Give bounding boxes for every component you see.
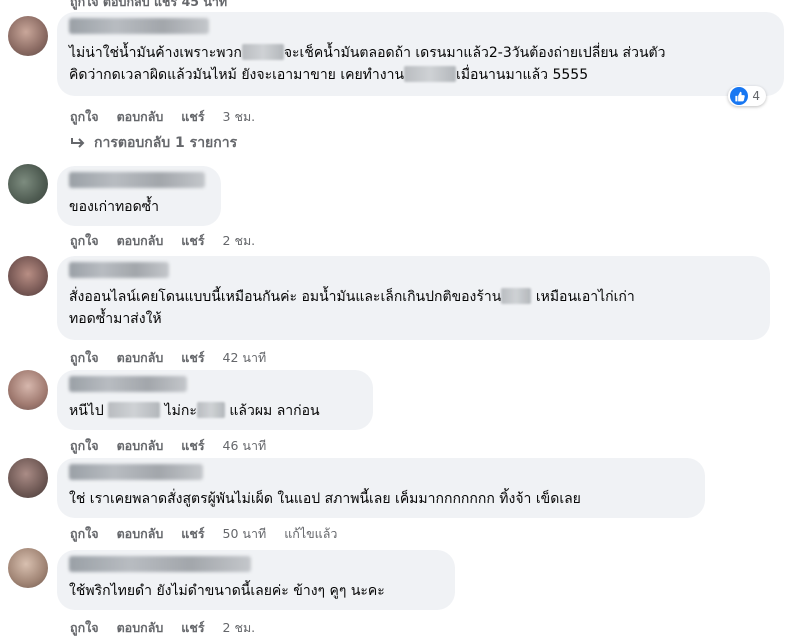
author-name-redacted[interactable] xyxy=(69,556,251,572)
author-name-redacted[interactable] xyxy=(69,376,187,392)
reaction-summary[interactable]: 4 xyxy=(728,86,766,106)
timestamp[interactable]: 2 ชม. xyxy=(223,620,256,635)
comment-bubble: ไม่น่าใช่น้ำมันค้างเพราะพวก จะเช็คน้ำมันต… xyxy=(57,12,784,96)
comment-actions: ถูกใจ ตอบกลับ แชร์ 46 นาที xyxy=(70,436,280,456)
share-link[interactable]: แชร์ xyxy=(181,233,204,248)
like-link[interactable]: ถูกใจ xyxy=(70,620,99,635)
like-link[interactable]: ถูกใจ xyxy=(70,526,99,541)
timestamp[interactable]: 2 ชม. xyxy=(223,233,256,248)
comment-bubble: ใช้พริกไทยดำ ยังไม่ดำขนาดนี้เลยค่ะ ข้างๆ… xyxy=(57,550,455,610)
view-replies-link[interactable]: การตอบกลับ 1 รายการ xyxy=(70,132,237,154)
redacted-text xyxy=(196,402,225,418)
like-link[interactable]: ถูกใจ xyxy=(70,438,99,453)
comment-actions: ถูกใจ ตอบกลับ แชร์ 2 ชม. xyxy=(70,618,269,638)
comment-bubble: สั่งออนไลน์เคยโดนแบบนี้เหมือนกันค่ะ อมน้… xyxy=(57,256,770,340)
reply-link[interactable]: ตอบกลับ xyxy=(117,526,164,541)
avatar[interactable] xyxy=(8,548,48,588)
share-link[interactable]: แชร์ xyxy=(181,526,204,541)
thumbs-up-icon xyxy=(730,87,749,105)
edited-label[interactable]: แก้ไขแล้ว xyxy=(284,526,337,541)
like-link[interactable]: ถูกใจ xyxy=(70,109,99,124)
like-link[interactable]: ถูกใจ xyxy=(70,350,99,365)
reply-link[interactable]: ตอบกลับ xyxy=(117,350,164,365)
partial-action-row: ถูกใจ ตอบกลับ แชร์ 45 นาที xyxy=(70,0,228,9)
redacted-text xyxy=(108,402,161,418)
comment-text: ใช้พริกไทยดำ ยังไม่ดำขนาดนี้เลยค่ะ ข้างๆ… xyxy=(69,583,385,599)
reply-link[interactable]: ตอบกลับ xyxy=(117,438,164,453)
share-link[interactable]: แชร์ xyxy=(181,350,204,365)
author-name-redacted[interactable] xyxy=(69,464,203,480)
timestamp[interactable]: 46 นาที xyxy=(223,438,267,453)
timestamp[interactable]: 50 นาที xyxy=(223,526,267,541)
comment-text: หนีไป ไม่กะ แล้วผม ลาก่อน xyxy=(69,402,320,419)
comment-actions: ถูกใจ ตอบกลับ แชร์ 50 นาที แก้ไขแล้ว xyxy=(70,524,351,544)
avatar[interactable] xyxy=(8,164,48,204)
author-name-redacted[interactable] xyxy=(69,262,169,278)
reply-arrow-icon xyxy=(71,138,85,148)
share-link[interactable]: แชร์ xyxy=(181,620,204,635)
author-name-redacted[interactable] xyxy=(69,172,205,188)
redacted-text xyxy=(501,288,532,304)
timestamp[interactable]: 42 นาที xyxy=(223,350,267,365)
comment-bubble: ของเก่าทอดซ้ำ xyxy=(57,166,221,226)
avatar[interactable] xyxy=(8,370,48,410)
reaction-count: 4 xyxy=(752,89,760,103)
like-link[interactable]: ถูกใจ xyxy=(70,233,99,248)
avatar[interactable] xyxy=(8,458,48,498)
reply-link[interactable]: ตอบกลับ xyxy=(117,109,164,124)
comment-bubble: หนีไป ไม่กะ แล้วผม ลาก่อน xyxy=(57,370,373,430)
comment-actions: ถูกใจ ตอบกลับ แชร์ 3 ชม. xyxy=(70,107,269,127)
comment-actions: ถูกใจ ตอบกลับ แชร์ 2 ชม. xyxy=(70,231,269,251)
comment-text-line-1: ไม่น่าใช่น้ำมันค้างเพราะพวก จะเช็คน้ำมันต… xyxy=(69,44,666,61)
comment-bubble: ใช่ เราเคยพลาดสั่งสูตรผู้พันไม่เผ็ด ในแอ… xyxy=(57,458,705,518)
reply-link[interactable]: ตอบกลับ xyxy=(117,620,164,635)
timestamp[interactable]: 3 ชม. xyxy=(223,109,256,124)
comment-text: ใช่ เราเคยพลาดสั่งสูตรผู้พันไม่เผ็ด ในแอ… xyxy=(69,491,581,507)
comment-text: ของเก่าทอดซ้ำ xyxy=(69,199,160,215)
author-name-redacted[interactable] xyxy=(69,18,209,34)
comment-text-line-2: ทอดซ้ำมาส่งให้ xyxy=(69,311,162,327)
avatar[interactable] xyxy=(8,16,48,56)
share-link[interactable]: แชร์ xyxy=(181,438,204,453)
replies-label: การตอบกลับ 1 รายการ xyxy=(94,135,238,151)
comment-actions: ถูกใจ ตอบกลับ แชร์ 42 นาที xyxy=(70,348,280,368)
share-link[interactable]: แชร์ xyxy=(181,109,204,124)
avatar[interactable] xyxy=(8,256,48,296)
comment-text-line-2: คิดว่ากดเวลาผิดแล้วมันไหม้ ยังจะเอามาขาย… xyxy=(69,66,589,83)
comment-text-line-1: สั่งออนไลน์เคยโดนแบบนี้เหมือนกันค่ะ อมน้… xyxy=(69,288,635,305)
redacted-text xyxy=(241,44,284,60)
reply-link[interactable]: ตอบกลับ xyxy=(117,233,164,248)
redacted-text xyxy=(404,66,457,82)
